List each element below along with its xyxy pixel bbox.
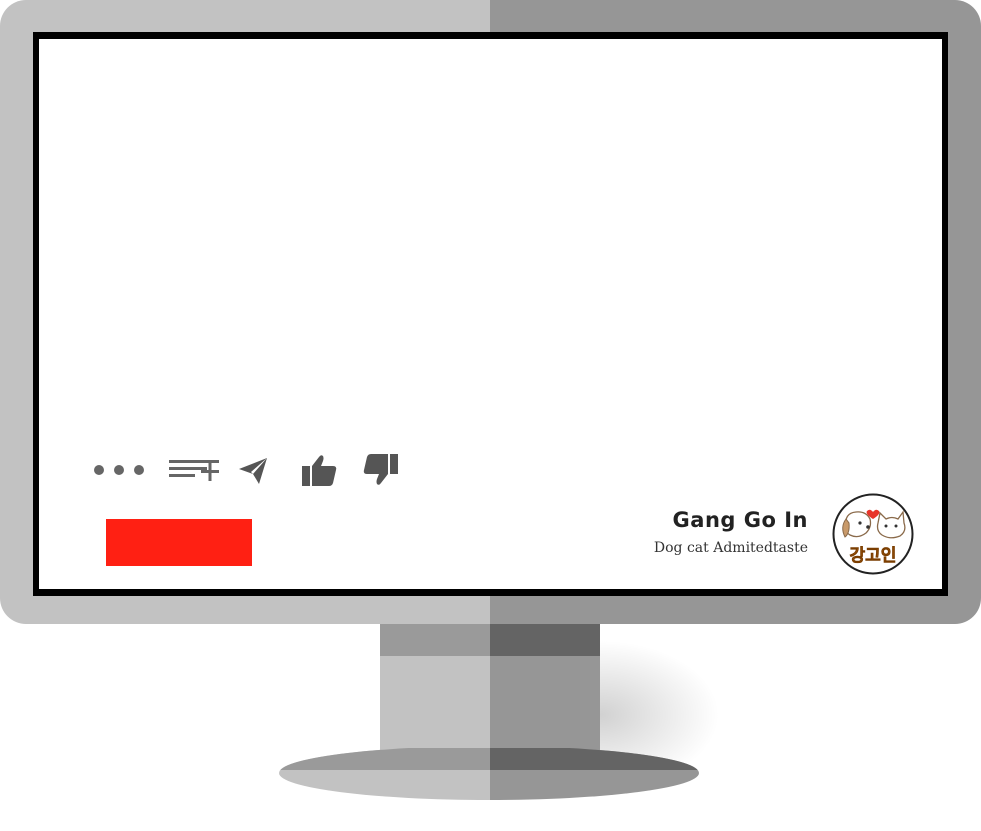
channel-logo[interactable]: 강고인 xyxy=(832,493,914,575)
monitor-screen-frame xyxy=(33,32,948,596)
channel-brand: Gang Go In Dog cat Admitedtaste xyxy=(620,507,808,558)
stand-base xyxy=(279,748,699,800)
more-icon[interactable] xyxy=(88,450,146,490)
channel-logo-text: 강고인 xyxy=(850,546,897,566)
thumbs-up-icon[interactable] xyxy=(298,450,340,490)
stand-neck-top-right xyxy=(490,624,600,656)
stand-neck-right xyxy=(490,656,600,756)
share-icon[interactable] xyxy=(234,450,272,490)
subscribe-button[interactable] xyxy=(106,519,252,566)
channel-title: Gang Go In xyxy=(672,508,808,532)
stand-neck-top-left xyxy=(380,624,490,656)
thumbs-down-icon[interactable] xyxy=(360,450,402,490)
add-to-playlist-icon[interactable] xyxy=(166,450,222,490)
stand-neck-left xyxy=(380,656,490,756)
channel-subtitle: Dog cat Admitedtaste xyxy=(653,540,808,556)
video-action-toolbar xyxy=(88,450,418,490)
